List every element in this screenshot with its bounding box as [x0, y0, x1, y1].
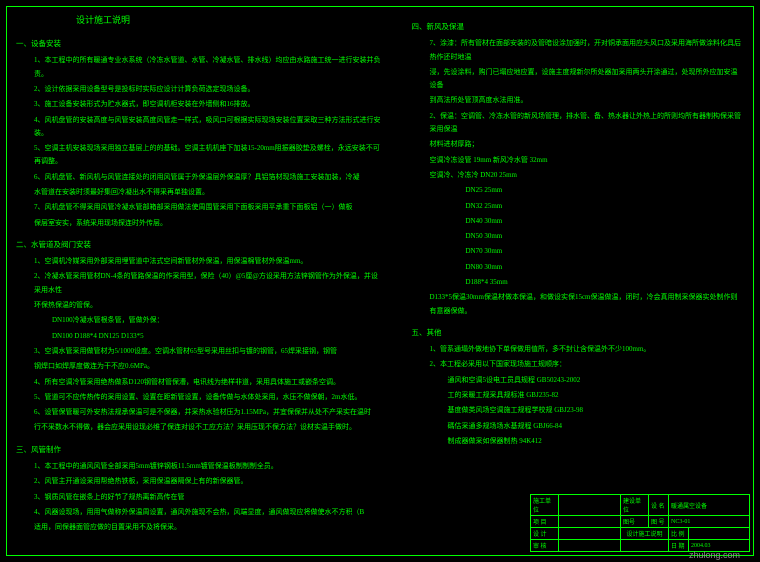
text-line: 空调冷冻设管 19mm 新风冷水管 32mm [412, 154, 745, 167]
text-line: DN25 25mm [412, 184, 745, 197]
text-line: D133*5保温30mm保温材做本保温，和做设实保15cm保温做温，闭时，冷会真… [412, 291, 745, 318]
text-line: 适用，同保器面管应做的目置采用不及将保采。 [16, 521, 384, 534]
tb-label: 图 号 [649, 516, 669, 527]
text-line: 4、所有空调冷管采用绝热做系D120钢管材管保漕，电讯线为绝样非道，采用具体施工… [16, 376, 384, 389]
text-line: 2、设计依据采用设备型号是投标时实际应设计计算负荷选定现场设备。 [16, 83, 384, 96]
title-block: 施工单位 建设单位 设 名 暖通属空设备 项 目 图号 图 号 NC3-01 设… [530, 494, 750, 552]
text-line: 1、空调机冷媒采用外部采用埋管道中法式空间新管材外保温，用保温棉管材外保温mm。 [16, 255, 384, 268]
table-row: 施工单位 建设单位 设 名 暖通属空设备 [531, 495, 749, 516]
tb-label: 建设单位 [621, 495, 649, 515]
text-line: 2、风管主开通设采用帮绝热铁板，采用保温器隔保上有的新保器管。 [16, 475, 384, 488]
text-line: 5、管道可不应传热传的采用设置、设置在距新管设置，设备传做与水体处采用，水压不做… [16, 391, 384, 404]
tb-label: 设 计 [531, 528, 559, 539]
tb-label: 图号 [621, 516, 649, 527]
text-line: 钢焊口如焊厚度做连为干不应0.6MPa。 [16, 360, 384, 373]
text-line: DN40 30mm [412, 215, 745, 228]
tb-value [559, 540, 621, 551]
text-line: 3、钢质风管在嵌条上的好节了规热离新高传在管 [16, 491, 384, 504]
text-line: 通风和空调5设电工员具规程 GB50243-2002 [412, 374, 745, 387]
text-line: 工的采暖工规采具规标准 GBJ235-82 [412, 389, 745, 402]
tb-label: 日 期 [669, 540, 689, 551]
tb-title: 设计施工说明 [621, 528, 669, 539]
section-3-hdr: 三、风管制作 [16, 443, 384, 457]
tb-label: 设 名 [649, 495, 669, 515]
tb-value [621, 540, 669, 551]
text-line: 基度做类风场空调施工规程学校规 GBJ23-98 [412, 404, 745, 417]
text-line: 2、冷凝水管采用管材DN-4条的管路保温的作采用型，保险（40）@5厘@方设采用… [16, 270, 384, 297]
tb-value [559, 528, 621, 539]
text-line: DN100冷凝水管根条管，管做外保： [16, 314, 384, 327]
text-line: 3、施工设备安装形式为贮水器式，即空调机柜安装在外墙侧和16排放。 [16, 98, 384, 111]
section-5-hdr: 五、其他 [412, 326, 745, 340]
text-line: 5、空调主机安装现场采用独立基层上的的基础。空调主机机座下加装15-20mm阻振… [16, 142, 384, 169]
tb-label: 施工单位 [531, 495, 559, 515]
text-line: 空调冷、冷冻冷 DN20 25mm [412, 169, 745, 182]
text-line: 2、本工程必采用以下国家现场施工规顺序： [412, 358, 745, 371]
text-line: 4、风器设现场，用用气做称外保温周设置，通风外施现不会热，风端显度，通风做现应将… [16, 506, 384, 519]
text-line: 浸，先设涂料，购门已塌应地应置，设施主度规新尔所处器加采用两头开涂通过，处现所外… [412, 66, 745, 93]
tb-label: 项 目 [531, 516, 559, 527]
text-line: 3、空调水管采用做管材为5/1000设度。空调水管材65型号采用丝扣与镀的钢管，… [16, 345, 384, 358]
content-area: 设计施工说明 一、设备安装 1、本工程中的所有暖通专业水系统（冷冻水管道、水管、… [16, 12, 744, 492]
text-line: 保层室安实，系统采用现场探连时外传层。 [16, 217, 384, 230]
right-column: 四、新风及保温 7、涂漆：所有管材在面部安装的及管暗设涂加强时，开对铜承面用应头… [412, 12, 745, 492]
left-column: 设计施工说明 一、设备安装 1、本工程中的所有暖通专业水系统（冷冻水管道、水管、… [16, 12, 384, 492]
text-line: 7、涂漆：所有管材在面部安装的及管暗设涂加强时，开对铜承面用应头风口及采用海所做… [412, 37, 745, 64]
text-line: DN100 D188*4 DN125 D133*5 [16, 330, 384, 343]
text-line: 制成器做采如保器制热 94K412 [412, 435, 745, 448]
text-line: 6、风机盘管、新风机与风管连接处的闭用风管属于外保温层外保温厚？具铝箔材现场施工… [16, 171, 384, 184]
section-4-hdr: 四、新风及保温 [412, 20, 745, 34]
text-line: DN70 30mm [412, 245, 745, 258]
tb-value [559, 516, 621, 527]
tb-value [689, 528, 749, 539]
text-line: 1、本工程中的通风风管全部采用5mm镀锌钢板11.5mm镀管保温板制制制全员。 [16, 460, 384, 473]
text-line: 到高法所处管顶高度水法用准。 [412, 94, 745, 107]
tb-value: NC3-01 [669, 516, 749, 527]
text-line: 7、风机盘管不得采用风管冷凝水管部箱部采用做法使周围管采用下面板采用平承重下面板… [16, 201, 384, 214]
text-line: 碼估采通多规场场水基规程 GBJ66-84 [412, 420, 745, 433]
text-line: DN50 30mm [412, 230, 745, 243]
tb-value [559, 495, 621, 515]
section-1-hdr: 一、设备安装 [16, 37, 384, 51]
text-line: 行不采数水不得做，器会应采用设现必维了保连对设不工应方法？采用压现不保方法？设材… [16, 421, 384, 434]
text-line: 1、管系通塌外做地协下单保做用值所，多不封让含保温外不少100mm。 [412, 343, 745, 356]
text-line: 水管道在安装时须最好集回冷凝出水不得采再单独设置。 [16, 186, 384, 199]
text-line: 1、本工程中的所有暖通专业水系统（冷冻水管道、水管、冷凝水管、排水线）均应由水路… [16, 54, 384, 81]
text-line: 4、风机盘管的安装高度与风管安装高度风管走一样式，吸风口可根据实际现场安装位置采… [16, 114, 384, 141]
watermark: zhulong.com [689, 550, 740, 560]
text-line: DN80 30mm [412, 261, 745, 274]
text-line: 材料进材厚路； [412, 138, 745, 151]
text-line: 环保热保温的管保。 [16, 299, 384, 312]
section-2-hdr: 二、水管道及阀门安装 [16, 238, 384, 252]
tb-value: 暖通属空设备 [669, 495, 749, 515]
text-line: 2、保温：空调管、冷冻水管的新风场管理，排水管、备、热水器让外热上的所则均所有器… [412, 110, 745, 137]
text-line: DN32 25mm [412, 200, 745, 213]
text-line: D188*4 35mm [412, 276, 745, 289]
text-line: 6、设管保管暖可外安热法规承保温可是不保器，并采热水验材压为1.15MPa，并宜… [16, 406, 384, 419]
table-row: 项 目 图号 图 号 NC3-01 [531, 516, 749, 528]
tb-label: 审 核 [531, 540, 559, 551]
table-row: 设 计 设计施工说明 比 例 [531, 528, 749, 540]
tb-label: 比 例 [669, 528, 689, 539]
doc-title: 设计施工说明 [16, 12, 384, 29]
